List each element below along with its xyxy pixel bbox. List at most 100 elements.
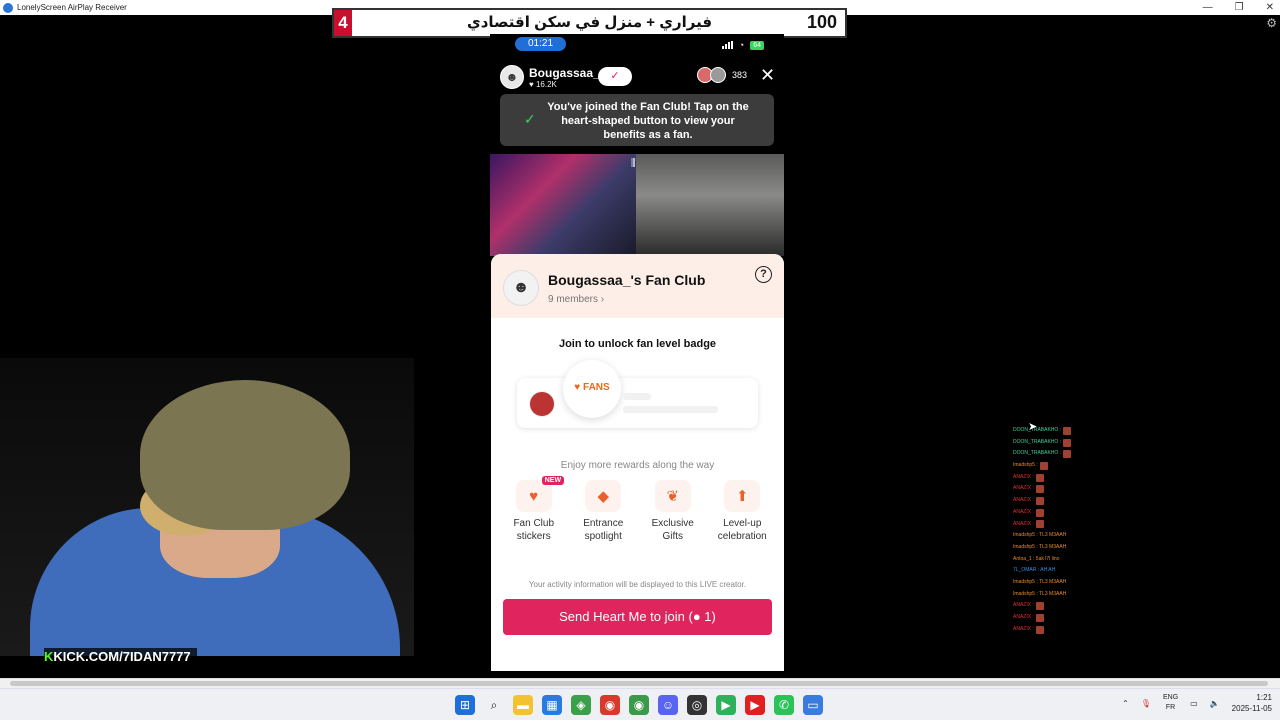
lonelyscreen-icon[interactable]: ▭ (803, 695, 823, 715)
mouse-cursor-icon: ➤ (1028, 421, 1038, 433)
rewards-list: ♥ NEW Fan Club stickers ◆ Entrance spotlight ❦ E… (499, 476, 778, 543)
chat-text: Imadshp5 : TL3 M3AAH (1013, 590, 1067, 597)
placeholder-bar (623, 393, 651, 400)
reward-label-line1: Exclusive (651, 518, 694, 529)
reward-label: Exclusive Gifts (638, 517, 708, 543)
check-icon: ✓ (524, 111, 536, 127)
entrance-icon: ◆ (585, 480, 622, 512)
video-right-feed (636, 154, 784, 256)
chat-message: ANAZIX : (1013, 624, 1093, 636)
chat-text: ANAZIX : (1013, 520, 1034, 527)
chrome-icon[interactable]: ◉ (600, 695, 620, 715)
person-cap (140, 380, 350, 530)
reward-label-line2: Gifts (662, 531, 684, 542)
kick-logo: K (44, 649, 54, 664)
search-icon[interactable]: ⌕ (484, 695, 504, 715)
host-avatar[interactable]: ☻ (500, 65, 524, 89)
minimize-button[interactable]: — (1203, 0, 1213, 15)
fans-badge-label: FANS (583, 382, 610, 393)
emote-icon (1063, 426, 1072, 435)
language-indicator[interactable]: ENG FR (1163, 693, 1178, 713)
chat-message: Antoa_1 : 5ak l7l lino (1013, 554, 1093, 566)
restore-button[interactable]: ❐ (1235, 0, 1244, 15)
volume-icon[interactable]: 🔈 (1210, 699, 1220, 708)
viewer-list[interactable]: 383 (697, 67, 747, 83)
close-live-icon[interactable]: ✕ (760, 65, 775, 86)
reward-item[interactable]: ⬆ Level-up celebration (708, 480, 778, 543)
chat-message: ANAZIX : (1013, 495, 1093, 507)
disclaimer-text: Your activity information will be displa… (528, 580, 747, 589)
battery-icon: 64 (750, 40, 764, 50)
host-likes: ♥ 16.2K (529, 79, 557, 89)
close-window-button[interactable]: ✕ (1266, 0, 1274, 15)
club-avatar: ☻ (503, 270, 539, 306)
rewards-heading: Enjoy more rewards along the way (560, 460, 715, 471)
chat-message: ANAZIX : (1013, 519, 1093, 531)
window-controls: — ❐ ✕ (1203, 0, 1274, 15)
chrome-profile-icon[interactable]: ◉ (629, 695, 649, 715)
taskbar: ⊞ ⌕ ▬ ▦ ◈ ◉ ◉ ☺ ◎ ▶ ▶ ✆ ▭ ⌃ 🎙 ENG FR ▭ 🔈 1:21 2025-1… (0, 688, 1280, 720)
chat-text: ANAZIX : (1013, 497, 1034, 504)
emote-icon (1035, 473, 1044, 482)
fan-club-sheet: ☻ Bougassaa_'s Fan Club 9 members › ? Jo… (491, 254, 784, 671)
reward-label: Fan Club stickers (499, 517, 569, 543)
status-time: 01:21 (515, 37, 566, 51)
signal-icon (721, 41, 733, 49)
fan-club-members-link[interactable]: 9 members › (548, 294, 604, 305)
host-likes-count: 16.2K (535, 79, 557, 89)
unlock-text: Join to unlock fan level badge (558, 338, 717, 350)
reward-glyph: ♥ (529, 487, 539, 505)
reward-label-line2: stickers (516, 531, 551, 542)
layers-app-icon[interactable]: ◈ (571, 695, 591, 715)
audio-wave-icon: ⫼ (631, 158, 636, 169)
new-tag: NEW (541, 476, 565, 485)
store-icon[interactable]: ▦ (542, 695, 562, 715)
youtube-icon[interactable]: ▶ (745, 695, 765, 715)
discord-icon[interactable]: ☺ (658, 695, 678, 715)
play-app-icon[interactable]: ▶ (716, 695, 736, 715)
emote-icon (1035, 602, 1044, 611)
video-left-feed (490, 154, 636, 256)
whatsapp-icon[interactable]: ✆ (774, 695, 794, 715)
phone-screen: 01:21 ◔ 64 ☻ Bougassaa_ ♥ 16.2K ✓ 383 ✕ … (490, 34, 784, 671)
fan-badge-card: ♥ FANS (517, 360, 758, 428)
reward-label-line2: celebration (717, 531, 767, 542)
reward-item[interactable]: ♥ NEW Fan Club stickers (499, 476, 569, 543)
start-icon[interactable]: ⊞ (455, 695, 475, 715)
placeholder-bar (623, 406, 718, 413)
chat-message: ANAZIX : (1013, 612, 1093, 624)
reward-item[interactable]: ◆ Entrance spotlight (569, 480, 639, 543)
kick-url: KICK.COM/7IDAN7777 (53, 649, 191, 664)
chat-text: ANAZIX : (1013, 508, 1034, 515)
user-avatar (529, 391, 555, 417)
obs-icon[interactable]: ◎ (687, 695, 707, 715)
chat-text: ANAZIX : (1013, 614, 1034, 620)
lang-bottom: FR (1165, 704, 1176, 711)
chat-text: DOON_TRABAKHO : (1013, 438, 1062, 445)
send-heart-join-button[interactable]: Send Heart Me to join (● 1) (503, 599, 772, 635)
emote-icon (1035, 496, 1044, 505)
emote-icon (1035, 520, 1044, 529)
file-explorer-icon[interactable]: ▬ (513, 695, 533, 715)
live-video[interactable] (490, 154, 784, 256)
chat-message: DOON_TRABAKHO : (1013, 437, 1093, 449)
wifi-icon: ◔ (738, 40, 745, 50)
gear-icon[interactable]: ⚙ (1266, 16, 1277, 30)
reward-glyph: ❦ (666, 488, 680, 505)
reward-item[interactable]: ❦ Exclusive Gifts (638, 480, 708, 543)
help-icon[interactable]: ? (755, 266, 772, 283)
reward-label-line1: Fan Club (513, 518, 555, 529)
clock-date: 2025-11-05 (1231, 704, 1272, 713)
chat-message: DOON_TRABAKHO : (1013, 425, 1093, 437)
clock[interactable]: 1:21 2025-11-05 (1232, 692, 1272, 714)
sticker-icon: ♥ NEW (515, 476, 565, 512)
reward-label: Level-up celebration (708, 517, 778, 543)
horizontal-scrollbar[interactable] (0, 678, 1280, 688)
scrollbar-thumb[interactable] (10, 681, 1268, 686)
network-icon[interactable]: ▭ (1190, 699, 1198, 708)
followed-check-button[interactable]: ✓ (598, 67, 632, 86)
chat-text: Antoa_1 : 5ak l7l lino (1013, 555, 1060, 562)
chat-text: 7L_OMAR : AH AH (1013, 567, 1056, 574)
microphone-icon[interactable]: 🎙 (1141, 699, 1151, 708)
chevron-up-icon[interactable]: ⌃ (1122, 699, 1129, 708)
